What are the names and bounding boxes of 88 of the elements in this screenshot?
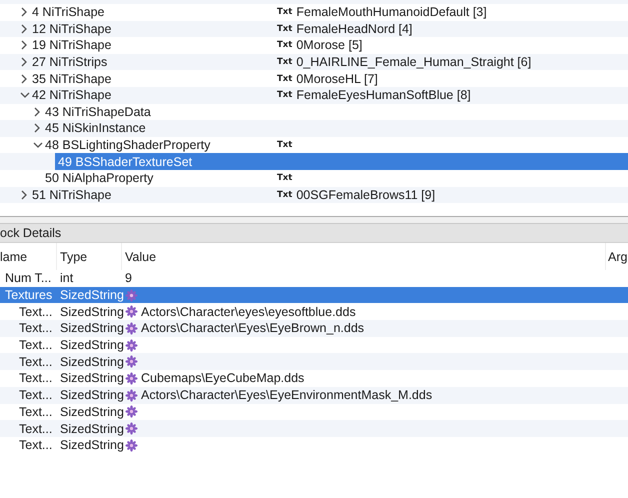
txt-tag: Txt bbox=[277, 190, 292, 200]
string-value: 0_HAIRLINE_Female_Human_Straight [6] bbox=[296, 55, 532, 70]
string-value: 0Morose [5] bbox=[296, 38, 362, 52]
value-cell: Cubemaps\EyeCubeMap.dds bbox=[141, 371, 304, 386]
txt-tag: Txt bbox=[277, 74, 292, 84]
flower-icon bbox=[125, 372, 138, 385]
table-row[interactable]: Text... SizedString bbox=[0, 404, 628, 420]
column-header[interactable]: Value bbox=[122, 243, 606, 270]
txt-tag: Txt bbox=[277, 40, 292, 50]
tree-item[interactable]: 35 NiTriShape Txt 0MoroseHL [7] bbox=[32, 70, 628, 87]
table-row[interactable]: Text... SizedString bbox=[0, 353, 628, 370]
table-row[interactable]: Num T... int 9 bbox=[0, 270, 628, 287]
panel-title: ock Details bbox=[0, 226, 62, 240]
node-label: 12 NiTriShape bbox=[32, 22, 112, 36]
type-cell: SizedString bbox=[60, 354, 124, 369]
name-cell: Textures bbox=[5, 288, 52, 302]
type-cell: SizedString bbox=[60, 338, 124, 352]
name-cell: Text... bbox=[19, 438, 52, 452]
flower-icon bbox=[125, 422, 138, 436]
type-cell: int bbox=[60, 271, 74, 286]
table-row[interactable]: Text... SizedString bbox=[0, 436, 628, 454]
table-row[interactable]: Textures SizedString bbox=[0, 286, 628, 304]
flower-icon bbox=[125, 388, 138, 402]
node-label: 45 NiSkinInstance bbox=[45, 121, 146, 136]
name-cell: Text... bbox=[19, 388, 52, 402]
flower-icon bbox=[125, 288, 138, 302]
name-cell: Text... bbox=[19, 304, 52, 319]
column-header[interactable]: lame bbox=[0, 243, 57, 270]
flower-icon bbox=[125, 438, 138, 452]
type-cell: SizedString bbox=[60, 288, 124, 302]
name-cell: Text... bbox=[19, 404, 52, 419]
flower-icon bbox=[125, 305, 138, 318]
node-label: 50 NiAlphaProperty bbox=[45, 171, 154, 186]
txt-tag: Txt bbox=[277, 24, 292, 34]
column-header[interactable]: Arg bbox=[606, 243, 628, 270]
string-value: 00SGFemaleBrows11 [9] bbox=[296, 188, 436, 202]
table-row[interactable]: Text... SizedString Actors\Character\eyes\eyesoftblue.dds bbox=[0, 303, 628, 320]
txt-tag: Txt bbox=[277, 173, 292, 184]
name-cell: Text... bbox=[19, 422, 52, 436]
tree-item[interactable]: 43 NiTriShapeData bbox=[45, 104, 628, 120]
tree-item[interactable]: 4 NiTriShape Txt FemaleMouthHumanoidDefault [3] bbox=[32, 4, 628, 21]
flower-icon bbox=[125, 338, 138, 352]
type-cell: SizedString bbox=[60, 371, 124, 386]
txt-tag: Txt bbox=[277, 7, 292, 18]
string-value: FemaleMouthHumanoidDefault [3] bbox=[296, 5, 487, 20]
table-row[interactable]: Text... SizedString bbox=[0, 336, 628, 354]
string-value: 0MoroseHL [7] bbox=[296, 72, 378, 86]
tree-item[interactable]: 49 BSShaderTextureSet bbox=[55, 153, 628, 170]
node-label: 49 BSShaderTextureSet bbox=[58, 154, 192, 169]
name-cell: Text... bbox=[19, 338, 52, 352]
tree-item[interactable]: 19 NiTriShape Txt 0Morose [5] bbox=[32, 37, 628, 54]
table-row[interactable]: Text... SizedString Cubemaps\EyeCubeMap.dds bbox=[0, 370, 628, 387]
table-row[interactable]: Text... SizedString Actors\Character\Eyes\EyeBrown_n.dds bbox=[0, 320, 628, 337]
node-label: 43 NiTriShapeData bbox=[45, 104, 151, 119]
type-cell: SizedString bbox=[60, 422, 124, 436]
node-label: 35 NiTriShape bbox=[32, 72, 112, 86]
value-cell: 9 bbox=[125, 271, 132, 286]
txt-tag: Txt bbox=[277, 140, 292, 150]
table-row[interactable]: Text... SizedString Actors\Character\Eyes\EyeEnvironmentMask_M.dds bbox=[0, 386, 628, 404]
type-cell: SizedString bbox=[60, 304, 124, 319]
name-cell: Num T... bbox=[5, 271, 52, 286]
name-cell: Text... bbox=[19, 354, 52, 369]
value-cell: Actors\Character\Eyes\EyeBrown_n.dds bbox=[141, 321, 364, 336]
txt-tag: Txt bbox=[277, 90, 292, 100]
node-label: 27 NiTriStrips bbox=[32, 55, 108, 70]
txt-tag: Txt bbox=[277, 57, 292, 68]
type-cell: SizedString bbox=[60, 388, 124, 402]
flower-icon bbox=[125, 355, 138, 368]
flower-icon bbox=[125, 405, 138, 418]
type-cell: SizedString bbox=[60, 321, 124, 336]
value-cell: Actors\Character\eyes\eyesoftblue.dds bbox=[141, 304, 356, 319]
node-label: 51 NiTriShape bbox=[32, 188, 112, 202]
name-cell: Text... bbox=[19, 321, 52, 336]
column-header[interactable]: Type bbox=[57, 243, 122, 270]
value-cell: Actors\Character\Eyes\EyeEnvironmentMask_M.dds bbox=[141, 388, 432, 402]
node-label: 19 NiTriShape bbox=[32, 38, 112, 52]
tree-item[interactable]: 50 NiAlphaProperty Txt bbox=[45, 170, 628, 187]
flower-icon bbox=[125, 322, 138, 335]
tree-item[interactable]: 48 BSLightingShaderProperty Txt bbox=[45, 136, 628, 154]
string-value: FemaleEyesHumanSoftBlue [8] bbox=[296, 88, 471, 102]
table-row[interactable]: Text... SizedString bbox=[0, 420, 628, 437]
type-cell: SizedString bbox=[60, 404, 124, 419]
string-value: FemaleHeadNord [4] bbox=[296, 22, 412, 36]
type-cell: SizedString bbox=[60, 438, 124, 452]
node-label: 4 NiTriShape bbox=[32, 5, 104, 20]
name-cell: Text... bbox=[19, 371, 52, 386]
node-label: 48 BSLightingShaderProperty bbox=[45, 138, 210, 152]
node-label: 42 NiTriShape bbox=[32, 88, 112, 102]
